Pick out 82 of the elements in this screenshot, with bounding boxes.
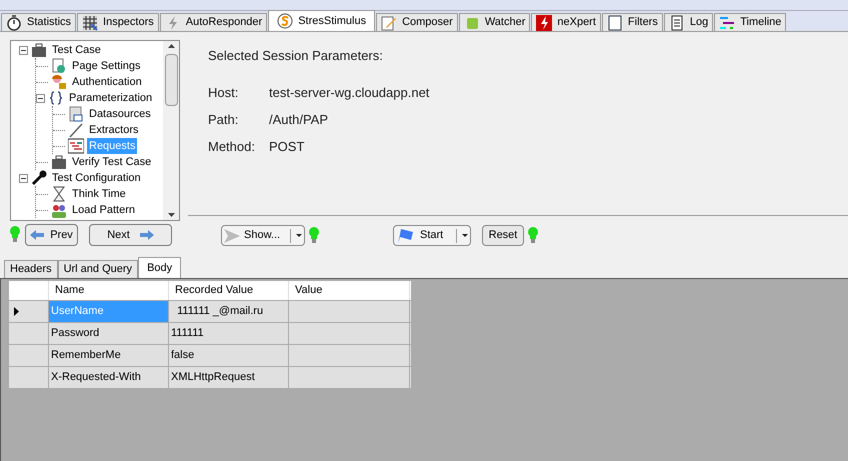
minus-icon [21,176,26,180]
square-icon [606,14,623,30]
tab[interactable]: Filters [602,13,663,31]
briefcase-icon [51,154,67,170]
tree-item[interactable]: Test Case [50,42,103,58]
collapse-toggle[interactable] [36,94,45,102]
collapse-toggle[interactable] [19,174,28,182]
hourglass-icon [51,186,67,202]
tab[interactable]: Timeline [714,13,786,31]
tree-item[interactable]: Load Pattern [70,202,137,218]
table-cell[interactable]: false [169,345,289,366]
table-cell[interactable]: RememberMe [49,345,169,366]
field-label: Host: [208,84,240,102]
bolt-icon [536,14,552,30]
dropdown-caret-icon [296,234,302,237]
column-header[interactable]: Name [49,281,169,300]
section-title: Selected Session Parameters: [208,47,384,65]
tree-item[interactable]: Verify Test Case [70,154,154,170]
tab[interactable]: Body [138,257,182,278]
tab[interactable]: Log [664,13,714,31]
tree-item[interactable]: Think Time [70,186,128,202]
list-icon [68,138,84,154]
tab[interactable]: Headers [4,260,58,278]
scrollbar-thumb[interactable] [164,54,178,106]
tab[interactable]: AutoResponder [160,13,268,31]
document-icon [668,14,685,30]
scroll-up-icon [168,44,174,48]
grid-icon [82,14,98,30]
tree-item[interactable]: Extractors [87,122,141,138]
table-cell[interactable]: 111111 [169,323,289,344]
scrollbar[interactable] [163,41,179,220]
page-icon [51,58,67,74]
column-header[interactable]: Recorded Value [169,281,289,300]
tree-item[interactable]: Page Settings [70,58,142,74]
left-arrow-icon [30,230,44,240]
tab[interactable]: StresStimulus [268,10,376,31]
current-row-icon [14,307,19,316]
lightbulb-icon [528,226,538,244]
table-cell[interactable]: 111111 _@mail.ru [169,301,289,322]
timeline-icon [719,14,736,30]
collapse-toggle[interactable] [19,46,28,54]
tree-item[interactable]: Datasources [87,106,153,122]
lightbulb-icon [10,226,20,244]
show-button[interactable]: Show... [221,225,305,246]
tab[interactable]: Url and Query [58,260,138,278]
pencil-icon [381,14,398,30]
braces-icon [48,90,64,106]
briefcase-icon [31,42,47,58]
tab[interactable]: Composer [376,13,458,31]
tab[interactable]: Watcher [458,13,530,31]
right-arrow-icon [140,230,154,240]
minus-icon [38,96,43,100]
column-header[interactable]: Value [289,281,410,300]
tree-item[interactable]: Authentication [70,74,144,90]
prev-button[interactable]: Prev [25,224,78,246]
tab[interactable]: neXpert [531,13,601,31]
lightbulb-icon [309,226,319,244]
tree-item[interactable]: Parameterization [67,90,154,106]
reset-button[interactable]: Reset [482,225,524,246]
wrench-icon [31,170,47,186]
table-cell[interactable]: XMLHttpRequest [169,367,289,388]
field-value: test-server-wg.cloudapp.net [269,84,430,102]
arrow-icon [224,228,240,242]
tab[interactable]: Inspectors [77,13,159,31]
stopwatch-icon [6,14,22,30]
table-cell[interactable]: Password [49,323,169,344]
field-value: /Auth/PAP [269,111,328,130]
dropdown-caret-icon [462,234,468,237]
flag-icon [396,228,414,244]
field-label: Path: [208,111,240,130]
start-button[interactable]: Start [393,225,471,246]
minus-icon [21,48,26,52]
database-icon [68,106,84,122]
next-button[interactable]: Next [89,224,172,246]
tree-item[interactable]: Test Configuration [50,170,143,186]
field-label: Method: [208,138,256,156]
tab[interactable]: Statistics [1,13,76,31]
table-cell[interactable]: X-Requested-With [49,367,169,388]
scroll-down-icon [168,213,174,217]
people-icon [51,202,67,218]
field-value: POST [269,138,304,156]
s-logo-icon [277,13,294,29]
